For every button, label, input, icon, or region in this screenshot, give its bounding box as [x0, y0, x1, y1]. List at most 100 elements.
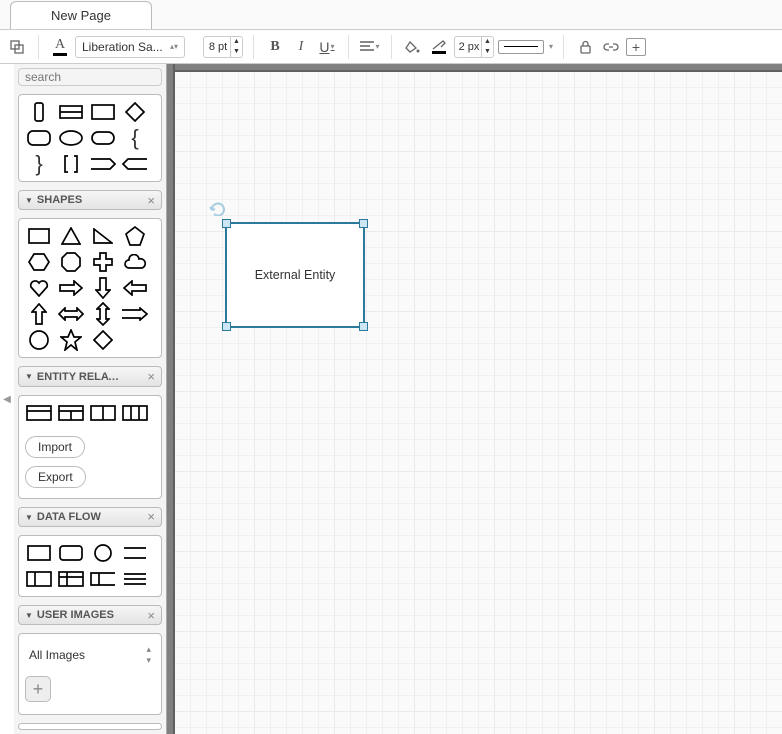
er-shape-4[interactable] [119, 400, 151, 426]
italic-button[interactable]: I [290, 36, 312, 58]
shape-diamond[interactable] [119, 99, 151, 125]
canvas-area: External Entity [167, 64, 782, 734]
search-field[interactable]: × [18, 68, 162, 86]
shape-pill[interactable] [87, 125, 119, 151]
shape-arrow-down[interactable] [87, 275, 119, 301]
stroke-color-icon[interactable] [428, 36, 450, 58]
df-circle[interactable] [87, 540, 119, 566]
ruler-top [167, 64, 782, 72]
stepper-arrows-icon[interactable]: ▲▼ [481, 37, 493, 57]
shape-arrow-up[interactable] [23, 301, 55, 327]
font-size-stepper[interactable]: 8 pt ▲▼ [203, 36, 243, 58]
text-color-icon[interactable]: A [49, 36, 71, 58]
df-process[interactable] [55, 540, 87, 566]
close-icon[interactable]: × [147, 509, 155, 524]
shape-cloud[interactable] [119, 249, 151, 275]
align-button[interactable]: ▾ [359, 36, 381, 58]
close-icon[interactable]: × [147, 193, 155, 208]
shape-heart[interactable] [23, 275, 55, 301]
section-header-data-flow[interactable]: ▼DATA FLOW × [18, 507, 162, 527]
sidebar-collapse-handle[interactable]: ◀ [0, 64, 14, 734]
shape-label: External Entity [255, 268, 336, 282]
shape-rect[interactable] [23, 223, 55, 249]
search-input[interactable] [23, 69, 167, 85]
shape-diamond2[interactable] [87, 327, 119, 353]
selected-shape-external-entity[interactable]: External Entity [225, 222, 365, 328]
user-images-panel: All Images ▴▾ + [18, 633, 162, 715]
er-shape-3[interactable] [87, 400, 119, 426]
copy-format-icon[interactable] [6, 36, 28, 58]
section-title: SHAPES [37, 194, 82, 206]
shape-arrow-right[interactable] [55, 275, 87, 301]
section-title: USER IMAGES [37, 609, 114, 621]
df-external-entity[interactable] [23, 540, 55, 566]
shape-tab-left[interactable] [119, 151, 151, 177]
shape-text[interactable] [55, 99, 87, 125]
section-header-entity-relation[interactable]: ▼ENTITY RELATIO... × [18, 366, 162, 386]
df-datastore-1[interactable] [23, 566, 55, 592]
tab-bar: New Page [0, 0, 782, 30]
ruler-left [167, 64, 175, 734]
df-datastore-open[interactable] [119, 540, 151, 566]
page-tab[interactable]: New Page [10, 1, 152, 29]
close-icon[interactable]: × [147, 369, 155, 384]
shape-triangle[interactable] [55, 223, 87, 249]
rotate-handle-icon[interactable] [209, 200, 225, 216]
shape-tab-right[interactable] [87, 151, 119, 177]
resize-handle-bl[interactable] [222, 322, 231, 331]
bold-button[interactable]: B [264, 36, 286, 58]
shape-brace-left[interactable]: { [119, 125, 151, 151]
shape-star[interactable] [55, 327, 87, 353]
toolbar: A Liberation Sa... ▴▾ 8 pt ▲▼ B I U▾ ▾ 2… [0, 30, 782, 64]
import-button[interactable]: Import [25, 436, 85, 458]
collapsed-panel [18, 723, 162, 730]
shape-bracket[interactable] [55, 151, 87, 177]
resize-handle-br[interactable] [359, 322, 368, 331]
all-images-label[interactable]: All Images [29, 648, 85, 662]
shape-arrow-ud[interactable] [87, 301, 119, 327]
canvas[interactable]: External Entity [175, 72, 782, 734]
shape-right-triangle[interactable] [87, 223, 119, 249]
shape-brace-right[interactable]: } [23, 151, 55, 177]
shape-ellipse[interactable] [55, 125, 87, 151]
stroke-width-value: 2 px [455, 41, 481, 53]
section-title: DATA FLOW [37, 511, 101, 523]
fill-color-icon[interactable] [402, 36, 424, 58]
add-image-button[interactable]: + [25, 676, 51, 702]
export-button[interactable]: Export [25, 466, 86, 488]
page-tab-title: New Page [51, 8, 111, 23]
line-style-select[interactable] [498, 40, 544, 54]
shape-arrow-lr[interactable] [55, 301, 87, 327]
shape-rounded-rect[interactable] [23, 125, 55, 151]
stepper-arrows-icon[interactable]: ▲▼ [230, 37, 242, 57]
font-family-select[interactable]: Liberation Sa... ▴▾ [75, 36, 185, 58]
df-datastore-3[interactable] [87, 566, 119, 592]
shape-callout-right[interactable] [119, 301, 151, 327]
chevron-down-icon[interactable]: ▾ [549, 42, 553, 51]
df-datastore-4[interactable] [119, 566, 151, 592]
add-icon[interactable]: + [626, 38, 646, 56]
section-header-shapes[interactable]: ▼SHAPES × [18, 190, 162, 210]
lock-icon[interactable] [574, 36, 596, 58]
section-header-user-images[interactable]: ▼USER IMAGES × [18, 605, 162, 625]
shape-card[interactable] [23, 99, 55, 125]
df-datastore-2[interactable] [55, 566, 87, 592]
shapes-panel [18, 218, 162, 358]
resize-handle-tr[interactable] [359, 219, 368, 228]
chevron-updown-icon[interactable]: ▴▾ [146, 644, 151, 666]
shape-hexagon[interactable] [23, 249, 55, 275]
shape-circle[interactable] [23, 327, 55, 353]
shape-octagon[interactable] [55, 249, 87, 275]
er-shape-1[interactable] [23, 400, 55, 426]
stroke-width-stepper[interactable]: 2 px ▲▼ [454, 36, 494, 58]
resize-handle-tl[interactable] [222, 219, 231, 228]
shape-rectangle[interactable] [87, 99, 119, 125]
close-icon[interactable]: × [147, 608, 155, 623]
shape-arrow-left[interactable] [119, 275, 151, 301]
link-icon[interactable] [600, 36, 622, 58]
shape-cross[interactable] [87, 249, 119, 275]
shape-pentagon[interactable] [119, 223, 151, 249]
underline-button[interactable]: U▾ [316, 36, 338, 58]
er-shape-2[interactable] [55, 400, 87, 426]
sidebar: × { } ▼SHAPES × [14, 64, 167, 734]
